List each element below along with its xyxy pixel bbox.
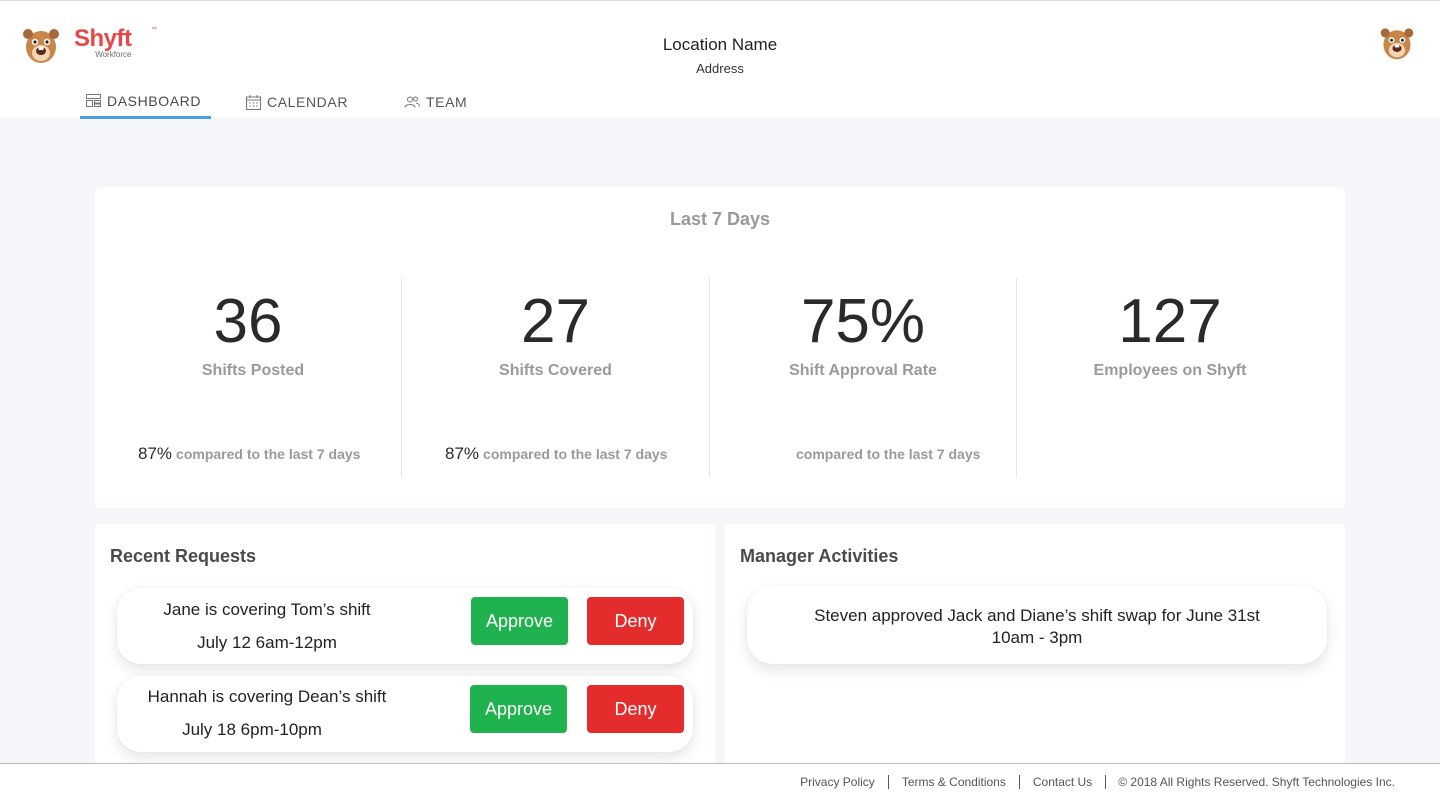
stat-value: 127 bbox=[1118, 287, 1222, 356]
brand-wordmark: Shyft ™ Workforce bbox=[74, 25, 157, 59]
stat-label: Shifts Posted bbox=[201, 362, 305, 379]
location-name: Location Name bbox=[662, 35, 778, 54]
app-header: Shyft ™ Workforce Location Name Address … bbox=[0, 0, 1440, 119]
brand-trademark: ™ bbox=[151, 27, 157, 33]
stat-compare: 87% compared to the last 7 days bbox=[402, 444, 709, 464]
manager-activities-title: Manager Activities bbox=[740, 546, 899, 566]
request-card: Jane is covering Tom’s shift July 12 6am… bbox=[117, 588, 693, 664]
compare-percent: 87% bbox=[138, 444, 173, 463]
stat-shifts-posted: 36 Shifts Posted 87% compared to the last… bbox=[95, 278, 401, 478]
footer-links: Privacy Policy Terms & Conditions Contac… bbox=[787, 775, 1395, 789]
team-icon bbox=[404, 96, 420, 108]
stat-value: 27 bbox=[521, 287, 590, 356]
location-address: Address bbox=[696, 61, 744, 76]
activity-description: Steven approved Jack and Diane’s shift s… bbox=[814, 606, 1260, 625]
request-time: July 12 6am-12pm bbox=[197, 633, 337, 652]
tab-dashboard[interactable]: DASHBOARD bbox=[80, 85, 211, 119]
stat-value: 75% bbox=[800, 287, 926, 356]
stat-approval-rate: 75% Shift Approval Rate compared to the … bbox=[710, 278, 1016, 478]
deny-button[interactable]: Deny bbox=[587, 685, 684, 733]
approve-button[interactable]: Approve bbox=[471, 597, 568, 645]
approve-button[interactable]: Approve bbox=[470, 685, 567, 733]
compare-text: compared to the last 7 days bbox=[483, 446, 668, 462]
stat-shifts-covered: 27 Shifts Covered 87% compared to the las… bbox=[402, 278, 709, 478]
dashboard-icon bbox=[86, 94, 101, 107]
terms-link[interactable]: Terms & Conditions bbox=[887, 775, 1019, 789]
stat-compare: compared to the last 7 days bbox=[710, 444, 1016, 464]
stat-value: 36 bbox=[213, 287, 283, 356]
beaver-mascot-icon bbox=[23, 29, 59, 63]
stats-title: Last 7 Days bbox=[669, 209, 771, 229]
compare-text: compared to the last 7 days bbox=[176, 446, 361, 462]
tab-team[interactable]: TEAM bbox=[398, 85, 473, 119]
tab-team-label: TEAM bbox=[426, 94, 468, 110]
stat-label: Shift Approval Rate bbox=[789, 362, 937, 379]
app-footer: Privacy Policy Terms & Conditions Contac… bbox=[0, 763, 1440, 804]
main-nav: DASHBOARD CALENDAR TEAM bbox=[80, 85, 473, 119]
compare-text: compared to the last 7 days bbox=[796, 446, 981, 462]
request-time: July 18 6pm-10pm bbox=[182, 720, 322, 739]
recent-requests-panel: Recent Requests Jane is covering Tom’s s… bbox=[95, 524, 715, 764]
stat-employees: 127 Employees on Shyft bbox=[1017, 278, 1323, 478]
recent-requests-title: Recent Requests bbox=[110, 546, 257, 566]
brand-name: Shyft bbox=[74, 25, 132, 52]
stat-compare: 87% compared to the last 7 days bbox=[95, 444, 401, 464]
stat-label: Shifts Covered bbox=[499, 362, 612, 379]
calendar-icon bbox=[246, 94, 261, 110]
activity-time: 10am - 3pm bbox=[991, 628, 1083, 647]
stat-label: Employees on Shyft bbox=[1093, 362, 1247, 379]
brand-logo[interactable]: Shyft ™ Workforce bbox=[20, 23, 157, 65]
request-card: Hannah is covering Dean’s shift July 18 … bbox=[117, 676, 693, 752]
stats-card: Last 7 Days 36 Shifts Posted 87% compared… bbox=[95, 187, 1345, 508]
user-avatar-icon[interactable] bbox=[1378, 23, 1416, 61]
copyright-text: © 2018 All Rights Reserved. Shyft Techno… bbox=[1105, 775, 1395, 789]
privacy-policy-link[interactable]: Privacy Policy bbox=[787, 775, 888, 789]
tab-calendar-label: CALENDAR bbox=[267, 94, 349, 110]
contact-us-link[interactable]: Contact Us bbox=[1018, 775, 1105, 789]
activity-card: Steven approved Jack and Diane’s shift s… bbox=[747, 586, 1327, 664]
tab-calendar[interactable]: CALENDAR bbox=[240, 85, 360, 119]
compare-percent: 87% bbox=[445, 444, 480, 463]
location-info: Location Name Address bbox=[570, 35, 870, 76]
request-description: Hannah is covering Dean’s shift bbox=[147, 687, 387, 706]
request-description: Jane is covering Tom’s shift bbox=[163, 600, 371, 619]
deny-button[interactable]: Deny bbox=[587, 597, 684, 645]
tab-dashboard-label: DASHBOARD bbox=[107, 92, 202, 109]
manager-activities-panel: Manager Activities Steven approved Jack … bbox=[725, 524, 1345, 764]
